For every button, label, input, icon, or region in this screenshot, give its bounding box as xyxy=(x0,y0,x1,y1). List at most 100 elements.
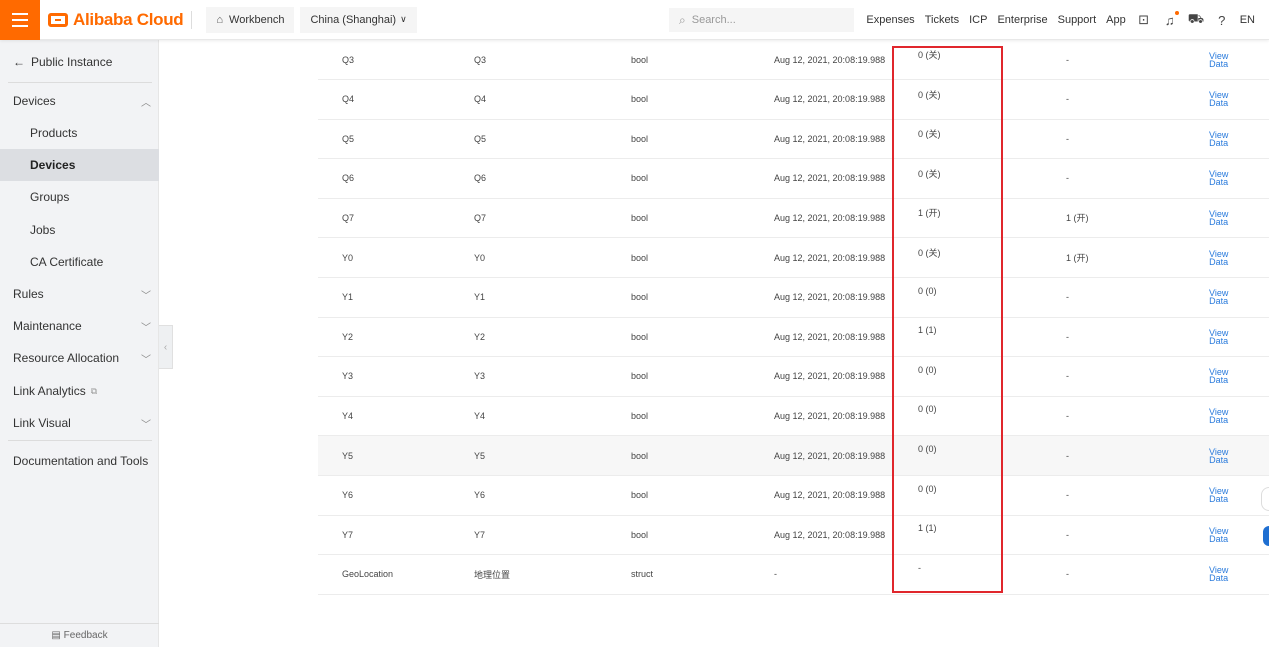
chevron-left-icon: ‹ xyxy=(163,341,168,353)
search-placeholder: Search... xyxy=(691,14,736,26)
feedback-button[interactable]: ▤ Feedback xyxy=(0,623,159,647)
view-data-link[interactable]: View Data xyxy=(1209,119,1228,158)
data-type-cell: bool xyxy=(631,292,649,303)
view-data-link[interactable]: View Data xyxy=(1209,278,1228,317)
view-data-link[interactable]: View Data xyxy=(1209,159,1228,198)
sidebar-item-jobs[interactable]: Jobs xyxy=(0,218,159,242)
property-name-cell: Q4 xyxy=(474,94,487,105)
sidebar-item-label: Jobs xyxy=(30,223,56,237)
floating-assistant-button[interactable] xyxy=(1263,526,1269,546)
sidebar-item-rules[interactable]: Rules ﹀ xyxy=(0,282,159,306)
sidebar-item-resource-allocation[interactable]: Resource Allocation ﹀ xyxy=(0,346,159,370)
sidebar-item-documentation-and-tools[interactable]: Documentation and Tools xyxy=(0,449,159,473)
table-row: Y7 Y7 bool Aug 12, 2021, 20:08:19.988 1 (1) -… xyxy=(318,515,1269,556)
update-time-cell: - xyxy=(774,569,777,580)
expected-value-cell: - xyxy=(1066,371,1069,382)
sidebar-item-label: Resource Allocation xyxy=(13,351,120,365)
view-data-label: Data xyxy=(1209,216,1229,227)
sidebar-item-label: CA Certificate xyxy=(30,255,104,269)
sidebar-item-label: Rules xyxy=(13,287,44,301)
sidebar-item-link-analytics[interactable]: Link Analytics ⧉ xyxy=(0,379,159,403)
workbench-button[interactable]: ⌂ Workbench xyxy=(206,6,295,33)
data-type-cell: struct xyxy=(631,569,654,580)
sidebar-item-ca-certificate[interactable]: CA Certificate xyxy=(0,250,159,274)
view-data-link[interactable]: View Data xyxy=(1209,357,1228,396)
view-data-link[interactable]: View Data xyxy=(1209,555,1228,594)
update-time-cell: Aug 12, 2021, 20:08:19.988 xyxy=(774,371,886,382)
tickets-link[interactable]: Tickets xyxy=(925,14,959,26)
back-to-public-instance[interactable]: ← Public Instance xyxy=(0,50,159,74)
data-type-cell: bool xyxy=(631,529,649,540)
property-identifier-cell: Y1 xyxy=(342,292,354,303)
view-data-link[interactable]: View Data xyxy=(1209,436,1228,475)
view-data-link[interactable]: View Data xyxy=(1209,80,1228,119)
app-link[interactable]: App xyxy=(1106,14,1126,26)
view-data-link[interactable]: View Data xyxy=(1209,198,1228,237)
current-value-cell: 0 (关) xyxy=(918,50,941,60)
sidebar-item-label: Documentation and Tools xyxy=(13,454,149,468)
property-name-cell: Y5 xyxy=(474,450,486,461)
view-data-link[interactable]: View Data xyxy=(1209,476,1228,515)
search-icon: ⌕ xyxy=(679,12,686,27)
chevron-down-icon: ﹀ xyxy=(141,290,151,302)
property-identifier-cell: GeoLocation xyxy=(342,569,394,580)
collapse-sidebar-handle[interactable]: ‹ xyxy=(159,325,173,369)
search-input[interactable]: ⌕ Search... xyxy=(669,8,854,32)
chevron-down-icon: ﹀ xyxy=(141,354,151,366)
terminal-icon[interactable]: ⊡ xyxy=(1136,12,1152,28)
view-data-label: Data xyxy=(1209,533,1229,544)
cart-icon[interactable]: ⛟ xyxy=(1188,11,1204,29)
current-value-cell: 0 (关) xyxy=(918,248,941,258)
support-link[interactable]: Support xyxy=(1058,14,1097,26)
expenses-link[interactable]: Expenses xyxy=(866,14,914,26)
data-type-cell: bool xyxy=(631,133,649,144)
expected-value-cell: - xyxy=(1066,331,1069,342)
sidebar-item-maintenance[interactable]: Maintenance ﹀ xyxy=(0,314,159,338)
sidebar-item-link-visual[interactable]: Link Visual ﹀ xyxy=(0,411,159,435)
property-name-cell: Q5 xyxy=(474,133,487,144)
bell-icon[interactable]: ♫ xyxy=(1162,10,1179,28)
hamburger-menu-icon[interactable] xyxy=(0,0,40,40)
current-value-cell: 0 (关) xyxy=(918,89,941,100)
property-identifier-cell: Y7 xyxy=(342,529,354,540)
data-type-cell: bool xyxy=(631,450,649,461)
table-row: Q5 Q5 bool Aug 12, 2021, 20:08:19.988 0 (关) -… xyxy=(318,119,1269,160)
table-row: Y5 Y5 bool Aug 12, 2021, 20:08:19.988 0 (0) -… xyxy=(318,436,1269,476)
feedback-icon: ▤ xyxy=(51,630,64,641)
view-data-link[interactable]: View Data xyxy=(1209,515,1228,554)
region-selector[interactable]: China (Shanghai) ∨ xyxy=(300,6,417,33)
sidebar-item-label: Devices xyxy=(30,158,76,172)
divider xyxy=(191,10,193,29)
property-identifier-cell: Q7 xyxy=(342,212,355,223)
update-time-cell: Aug 12, 2021, 20:08:19.988 xyxy=(774,292,886,303)
current-value-cell: 0 (0) xyxy=(918,483,937,494)
update-time-cell: Aug 12, 2021, 20:08:19.988 xyxy=(774,173,886,184)
floating-tool-button[interactable] xyxy=(1261,487,1269,511)
enterprise-link[interactable]: Enterprise xyxy=(997,14,1047,26)
sidebar-item-devices-group[interactable]: Devices ︿ xyxy=(0,89,159,113)
view-data-label: Data xyxy=(1209,414,1229,425)
icp-link[interactable]: ICP xyxy=(969,14,987,26)
property-name-cell: Q7 xyxy=(474,212,487,223)
sidebar-item-products[interactable]: Products xyxy=(0,121,159,145)
help-icon[interactable]: ? xyxy=(1214,13,1230,28)
chevron-up-icon: ︿ xyxy=(141,97,151,109)
sidebar-item-groups[interactable]: Groups xyxy=(0,185,159,209)
property-identifier-cell: Q4 xyxy=(342,94,355,105)
data-type-cell: bool xyxy=(631,490,649,501)
language-switch[interactable]: EN xyxy=(1240,14,1255,26)
region-label: China (Shanghai) xyxy=(310,13,397,26)
alibaba-cloud-logo[interactable]: Alibaba Cloud xyxy=(48,0,184,40)
property-identifier-cell: Y5 xyxy=(342,450,354,461)
update-time-cell: Aug 12, 2021, 20:08:19.988 xyxy=(774,490,886,501)
view-data-link[interactable]: View Data xyxy=(1209,317,1228,356)
view-data-link[interactable]: View Data xyxy=(1209,238,1228,277)
property-identifier-cell: Y4 xyxy=(342,410,354,421)
view-data-link[interactable]: View Data xyxy=(1209,40,1228,79)
logo-text: Alibaba Cloud xyxy=(73,9,184,29)
view-data-link[interactable]: View Data xyxy=(1209,396,1228,435)
data-type-cell: bool xyxy=(631,212,649,223)
back-label: Public Instance xyxy=(31,55,113,69)
sidebar-item-devices[interactable]: Devices xyxy=(0,149,159,181)
data-type-cell: bool xyxy=(631,371,649,382)
